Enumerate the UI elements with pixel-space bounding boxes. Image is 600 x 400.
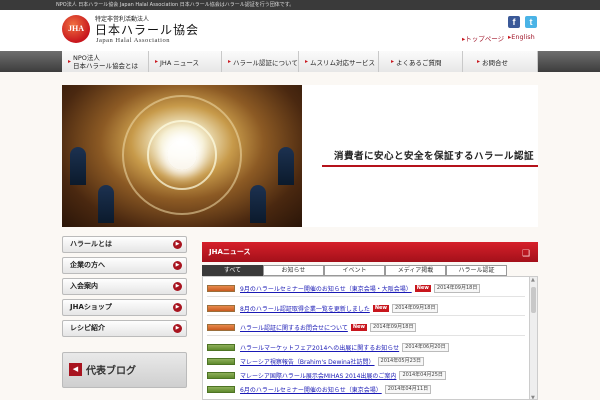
arrow-left-icon: ◀ bbox=[69, 363, 82, 376]
list-item[interactable]: 9月のハラールセミナー開催のお知らせ（東京会場・大阪会場） New 2014年0… bbox=[207, 283, 481, 293]
divider bbox=[207, 335, 525, 336]
news-title-link[interactable]: ハラール認証に関するお問合せについて bbox=[240, 323, 348, 332]
logo-english: Japan Halal Association bbox=[96, 37, 170, 44]
nav-item-contact[interactable]: ▸ お問合せ bbox=[463, 51, 538, 72]
side-item-halal[interactable]: ハラールとは ▶ bbox=[62, 236, 187, 253]
category-tag bbox=[207, 371, 235, 379]
news-scrollbar[interactable]: ▲ ▼ bbox=[529, 277, 537, 399]
hero-tagline: 消費者に安心と安全を保証するハラール認証 bbox=[334, 151, 535, 162]
new-badge: New bbox=[414, 284, 431, 292]
news-title-link[interactable]: マレーシア国際ハラール展示会MIHAS 2014出展のご案内 bbox=[240, 371, 396, 380]
facebook-icon[interactable]: f bbox=[508, 16, 520, 28]
news-heading: JHAニュース ❑ bbox=[202, 242, 538, 262]
divider bbox=[207, 315, 525, 316]
side-item-companies[interactable]: 企業の方へ ▶ bbox=[62, 257, 187, 274]
nav-item-certification[interactable]: ▸ ハラール認証について bbox=[222, 51, 299, 72]
list-item[interactable]: マレーシア視察報告（Brahim's Dewina社訪問） 2014年05月23… bbox=[207, 356, 424, 366]
arrow-right-icon: ▸ bbox=[68, 58, 72, 65]
logo-title[interactable]: 日本ハラール協会 bbox=[95, 21, 199, 38]
scroll-thumb[interactable] bbox=[531, 287, 536, 313]
tab-events[interactable]: イベント bbox=[324, 265, 385, 276]
arrow-right-icon: ▸ bbox=[155, 58, 159, 65]
nav-item-about[interactable]: ▸ NPO法人 日本ハラール協会とは bbox=[62, 51, 149, 72]
arrow-right-icon: ▶ bbox=[173, 240, 182, 249]
news-date: 2014年04月11日 bbox=[384, 384, 432, 394]
arrow-right-icon: ▸ bbox=[228, 58, 232, 65]
arrow-right-icon: ▶ bbox=[173, 261, 182, 270]
news-date: 2014年09月18日 bbox=[370, 322, 417, 332]
site-header: JHA 特定非営利活動法人 日本ハラール協会 Japan Halal Assoc… bbox=[0, 10, 600, 51]
scroll-down-icon[interactable]: ▼ bbox=[531, 395, 535, 399]
news-date: 2014年09月18日 bbox=[392, 303, 439, 313]
news-date: 2014年06月20日 bbox=[402, 342, 449, 352]
arrow-right-icon: ▶ bbox=[173, 303, 182, 312]
divider bbox=[207, 296, 525, 297]
news-title-link[interactable]: 9月のハラールセミナー開催のお知らせ（東京会場・大阪会場） bbox=[240, 284, 412, 293]
top-page-link[interactable]: ▸トップページ bbox=[462, 33, 504, 43]
list-item[interactable]: マレーシア国際ハラール展示会MIHAS 2014出展のご案内 2014年04月2… bbox=[207, 370, 446, 380]
news-title-link[interactable]: 8月のハラール認証取得企業一覧を更新しました bbox=[240, 304, 370, 313]
hero-underline bbox=[322, 165, 538, 167]
news-title-link[interactable]: マレーシア視察報告（Brahim's Dewina社訪問） bbox=[240, 357, 375, 366]
scroll-up-icon[interactable]: ▲ bbox=[531, 277, 535, 283]
tab-all[interactable]: すべて bbox=[202, 265, 263, 276]
tab-media[interactable]: メディア掲載 bbox=[385, 265, 446, 276]
category-tag bbox=[207, 323, 235, 331]
category-tag bbox=[207, 357, 235, 365]
arrow-right-icon: ▸ bbox=[391, 58, 395, 65]
category-tag bbox=[207, 284, 235, 292]
twitter-icon[interactable]: t bbox=[525, 16, 537, 28]
news-date: 2014年04月25日 bbox=[399, 370, 446, 380]
tab-notices[interactable]: お知らせ bbox=[263, 265, 324, 276]
arrow-right-icon: ▶ bbox=[173, 282, 182, 291]
category-tag bbox=[207, 385, 235, 393]
representative-blog-banner[interactable]: ◀ 代表ブログ bbox=[62, 352, 187, 388]
list-item[interactable]: ハラール認証に関するお問合せについて New 2014年09月18日 bbox=[207, 322, 417, 332]
nav-item-news[interactable]: ▸ JHA ニュース bbox=[149, 51, 222, 72]
side-item-recipes[interactable]: レシピ紹介 ▶ bbox=[62, 320, 187, 337]
list-item[interactable]: 6月のハラールセミナー開催のお知らせ（東京会場） 2014年04月11日 bbox=[207, 384, 432, 394]
list-item[interactable]: ハラールマーケットフェア2014への出展に関するお知らせ 2014年06月20日 bbox=[207, 342, 449, 352]
category-tag bbox=[207, 343, 235, 351]
blog-label: 代表ブログ bbox=[86, 366, 136, 377]
category-tag bbox=[207, 304, 235, 312]
new-badge: New bbox=[350, 323, 368, 331]
english-link[interactable]: ▸English bbox=[508, 33, 535, 41]
mosque-dome-image bbox=[62, 85, 302, 227]
nav-item-faq[interactable]: ▸ よくあるご質問 bbox=[379, 51, 463, 72]
news-date: 2014年05月23日 bbox=[377, 356, 424, 366]
main-nav: ▸ NPO法人 日本ハラール協会とは ▸ JHA ニュース ▸ ハラール認証について … bbox=[0, 51, 600, 72]
hero-banner: 消費者に安心と安全を保証するハラール認証 bbox=[62, 85, 538, 227]
nav-item-muslim-services[interactable]: ▸ ムスリム対応サービス bbox=[299, 51, 379, 72]
news-date: 2014年09月18日 bbox=[433, 283, 481, 293]
list-item[interactable]: 8月のハラール認証取得企業一覧を更新しました New 2014年09月18日 bbox=[207, 303, 439, 313]
side-menu: ハラールとは ▶ 企業の方へ ▶ 入会案内 ▶ JHAショップ ▶ レシピ紹介 ▶ bbox=[62, 236, 187, 341]
jha-logo-icon[interactable]: JHA bbox=[62, 15, 90, 43]
news-title-link[interactable]: ハラールマーケットフェア2014への出展に関するお知らせ bbox=[240, 343, 399, 352]
news-list: 9月のハラールセミナー開催のお知らせ（東京会場・大阪会場） New 2014年0… bbox=[202, 276, 538, 400]
side-item-shop[interactable]: JHAショップ ▶ bbox=[62, 299, 187, 316]
news-title-link[interactable]: 6月のハラールセミナー開催のお知らせ（東京会場） bbox=[240, 385, 382, 394]
arrow-right-icon: ▸ bbox=[477, 58, 481, 65]
side-item-membership[interactable]: 入会案内 ▶ bbox=[62, 278, 187, 295]
arrow-right-icon: ▸ bbox=[305, 58, 309, 65]
new-badge: New bbox=[372, 304, 390, 312]
arrow-right-icon: ▶ bbox=[173, 324, 182, 333]
top-info-strip: NPO法人 日本ハラール協会 Japan Halal Association 日… bbox=[0, 0, 600, 10]
book-icon: ❑ bbox=[522, 249, 531, 259]
tab-certification[interactable]: ハラール認証 bbox=[446, 265, 507, 276]
